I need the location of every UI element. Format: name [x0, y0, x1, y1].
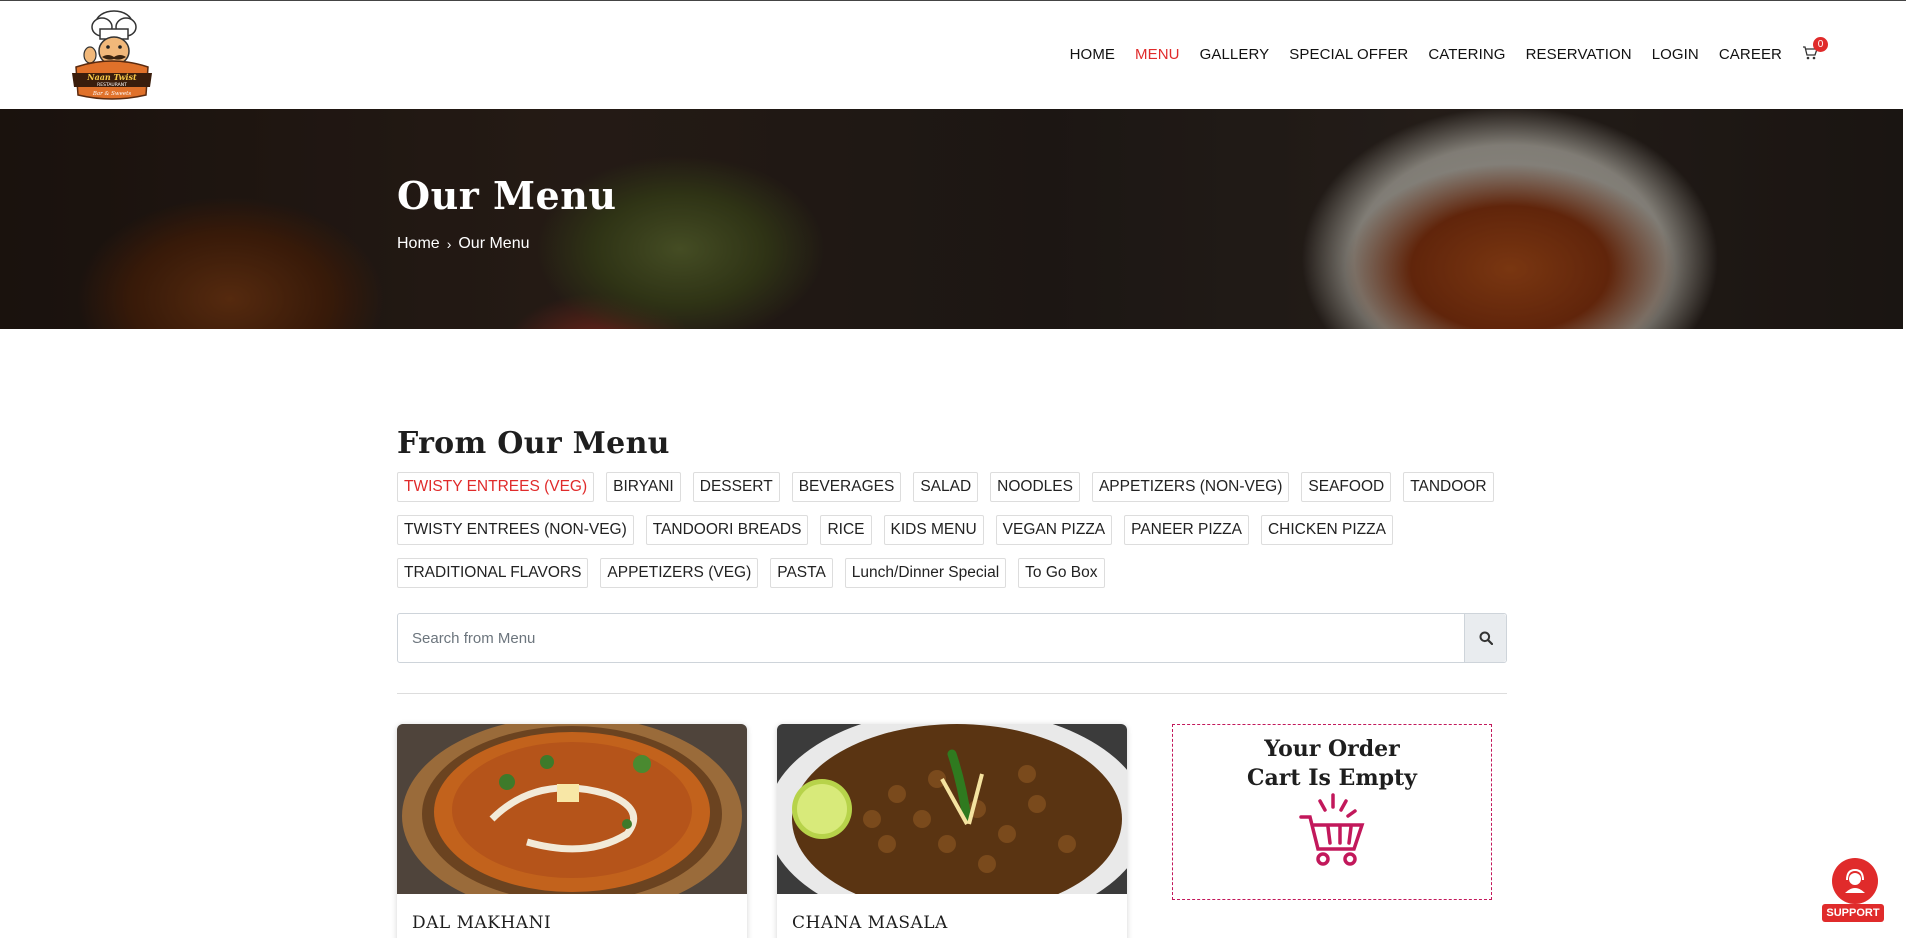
menu-item-card[interactable]: CHANA MASALA — [777, 724, 1127, 938]
breadcrumb-current: Our Menu — [458, 235, 530, 252]
headset-icon — [1845, 868, 1865, 893]
category-seafood[interactable]: SEAFOOD — [1301, 472, 1392, 502]
category-row: TWISTY ENTREES (NON-VEG) TANDOORI BREADS… — [397, 515, 1517, 545]
page-title: Our Menu — [397, 173, 617, 218]
category-rice[interactable]: RICE — [820, 515, 872, 545]
cart-count-badge: 0 — [1813, 37, 1828, 52]
chana-masala-image — [777, 724, 1127, 929]
category-tandoor[interactable]: TANDOOR — [1403, 472, 1494, 502]
order-summary: Your Order Cart Is Empty — [1172, 724, 1492, 900]
nav-cart-button[interactable]: 0 — [1802, 37, 1828, 63]
search-icon — [1479, 631, 1493, 645]
category-noodles[interactable]: NOODLES — [990, 472, 1080, 502]
empty-cart-icon — [1299, 793, 1365, 866]
main-nav: HOME MENU GALLERY SPECIAL OFFER CATERING… — [1050, 37, 1828, 63]
breadcrumb: Home › Our Menu — [397, 235, 530, 253]
banner-overlay — [0, 109, 1903, 329]
category-beverages[interactable]: BEVERAGES — [791, 472, 902, 502]
category-to-go-box[interactable]: To Go Box — [1018, 558, 1105, 588]
nav-login[interactable]: LOGIN — [1652, 46, 1699, 63]
menu-item-name: DAL MAKHANI — [412, 913, 552, 933]
category-twisty-entrees-non-veg[interactable]: TWISTY ENTREES (NON-VEG) — [397, 515, 634, 545]
page-banner: Our Menu Home › Our Menu — [0, 109, 1903, 329]
category-chicken-pizza[interactable]: CHICKEN PIZZA — [1260, 515, 1393, 545]
menu-item-card[interactable]: DAL MAKHANI — [397, 724, 747, 938]
category-biryani[interactable]: BIRYANI — [606, 472, 681, 502]
category-appetizers-non-veg[interactable]: APPETIZERS (NON-VEG) — [1091, 472, 1290, 502]
category-kids-menu[interactable]: KIDS MENU — [883, 515, 984, 545]
site-header: Naan Twist RESTAURANT Bar & Sweets HOME … — [0, 1, 1906, 109]
category-pasta[interactable]: PASTA — [770, 558, 833, 588]
nav-catering[interactable]: CATERING — [1428, 46, 1505, 63]
dal-makhani-image — [397, 724, 747, 916]
category-twisty-entrees-veg[interactable]: TWISTY ENTREES (VEG) — [397, 472, 595, 502]
order-title-line2: Cart Is Empty — [1247, 765, 1417, 791]
order-title-line1: Your Order — [1264, 736, 1400, 762]
breadcrumb-home-link[interactable]: Home — [397, 235, 440, 253]
category-vegan-pizza[interactable]: VEGAN PIZZA — [995, 515, 1113, 545]
nav-gallery[interactable]: GALLERY — [1200, 46, 1270, 63]
search-button[interactable] — [1464, 614, 1506, 662]
category-paneer-pizza[interactable]: PANEER PIZZA — [1124, 515, 1249, 545]
support-widget-button[interactable]: SUPPORT — [1822, 858, 1884, 922]
search-input[interactable] — [398, 614, 1464, 662]
nav-home[interactable]: HOME — [1070, 46, 1115, 63]
logo-text-line1: Naan Twist — [86, 72, 137, 82]
menu-section-title: From Our Menu — [397, 426, 670, 461]
category-row: TWISTY ENTREES (VEG) BIRYANI DESSERT BEV… — [397, 472, 1517, 502]
category-tandoori-breads[interactable]: TANDOORI BREADS — [645, 515, 809, 545]
support-circle — [1832, 858, 1878, 904]
nav-reservation[interactable]: RESERVATION — [1526, 46, 1632, 63]
restaurant-logo[interactable]: Naan Twist RESTAURANT Bar & Sweets — [62, 7, 162, 104]
support-label: SUPPORT — [1822, 904, 1884, 922]
category-appetizers-veg[interactable]: APPETIZERS (VEG) — [600, 558, 759, 588]
category-traditional-flavors[interactable]: TRADITIONAL FLAVORS — [397, 558, 589, 588]
nav-menu[interactable]: MENU — [1135, 46, 1180, 63]
menu-item-name: CHANA MASALA — [792, 913, 948, 933]
nav-career[interactable]: CAREER — [1719, 46, 1782, 63]
section-divider — [397, 693, 1507, 694]
order-empty-message: Your Order Cart Is Empty — [1173, 735, 1491, 793]
category-filters: TWISTY ENTREES (VEG) BIRYANI DESSERT BEV… — [397, 472, 1517, 601]
logo-text-line3: Bar & Sweets — [92, 91, 132, 97]
chevron-right-icon: › — [446, 236, 452, 252]
category-salad[interactable]: SALAD — [913, 472, 979, 502]
logo-text-line2: RESTAURANT — [97, 82, 127, 88]
nav-special-offer[interactable]: SPECIAL OFFER — [1289, 46, 1408, 63]
category-dessert[interactable]: DESSERT — [692, 472, 780, 502]
category-lunch-dinner-special[interactable]: Lunch/Dinner Special — [844, 558, 1007, 588]
category-row: TRADITIONAL FLAVORS APPETIZERS (VEG) PAS… — [397, 558, 1517, 588]
menu-search — [397, 613, 1507, 663]
